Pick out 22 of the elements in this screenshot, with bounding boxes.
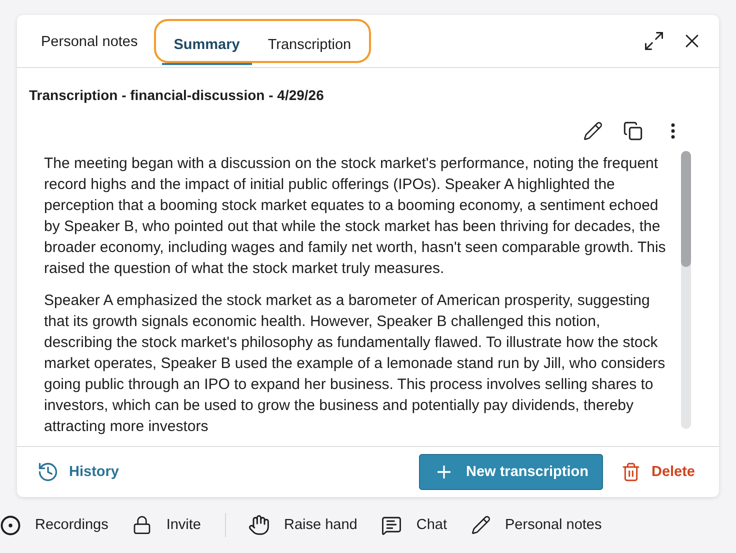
summary-paragraph: The meeting began with a discussion on the stock market's performance, noting the frequent record highs and the impact of initial public offerings (IPOs). Speaker A highlighted the perception that a booming stock market equates to a booming economy, a sentiment echoed by Speaker B, who pointed out that while the stock market has been thriving for decades, the broader economy, including wages and family net worth, hasn't seen comparable growth. This raised the question of what the stock market truly measures.	[44, 154, 667, 279]
tab[interactable]: Summary	[162, 27, 252, 65]
delete-button[interactable]: Delete	[621, 462, 695, 482]
history-button[interactable]: History	[37, 461, 119, 483]
toolbar-button[interactable]: Invite	[132, 515, 216, 535]
tab[interactable]: Personal notes	[29, 24, 150, 62]
pencil-icon	[471, 515, 492, 535]
history-icon	[37, 461, 59, 483]
summary-paragraph: Speaker A emphasized the stock market as a barometer of American prosperity, suggesting that its growth signals economic health. However, Speaker B challenged this notion, describing the stock market's philosophy as fundamentally flawed. To illustrate how the stock market operates, Speaker B used the example of a lemonade stand run by Jill, who considers going public through an IPO to expand her business. This process involves selling shares to investors, which can be used to grow the business and potentially pay dividends, thereby attracting more investors	[44, 291, 666, 437]
lock-icon	[132, 515, 152, 535]
toolbar-button[interactable]: Chat	[381, 514, 462, 536]
trash-icon	[621, 462, 642, 482]
toolbar-button[interactable]: Personal notes	[471, 515, 616, 535]
toolbar-button[interactable]: Recordings	[0, 514, 122, 536]
chat-icon	[381, 514, 402, 536]
record-icon	[0, 514, 21, 536]
new-transcription-button[interactable]: New transcription	[419, 454, 604, 490]
toolbar-button[interactable]: Raise hand	[248, 514, 372, 536]
transcription-heading: Transcription - financial-discussion - 4/29/26	[28, 86, 325, 103]
scrollbar[interactable]	[681, 151, 691, 429]
hand-icon	[248, 514, 270, 536]
tab[interactable]: Transcription	[256, 27, 364, 65]
